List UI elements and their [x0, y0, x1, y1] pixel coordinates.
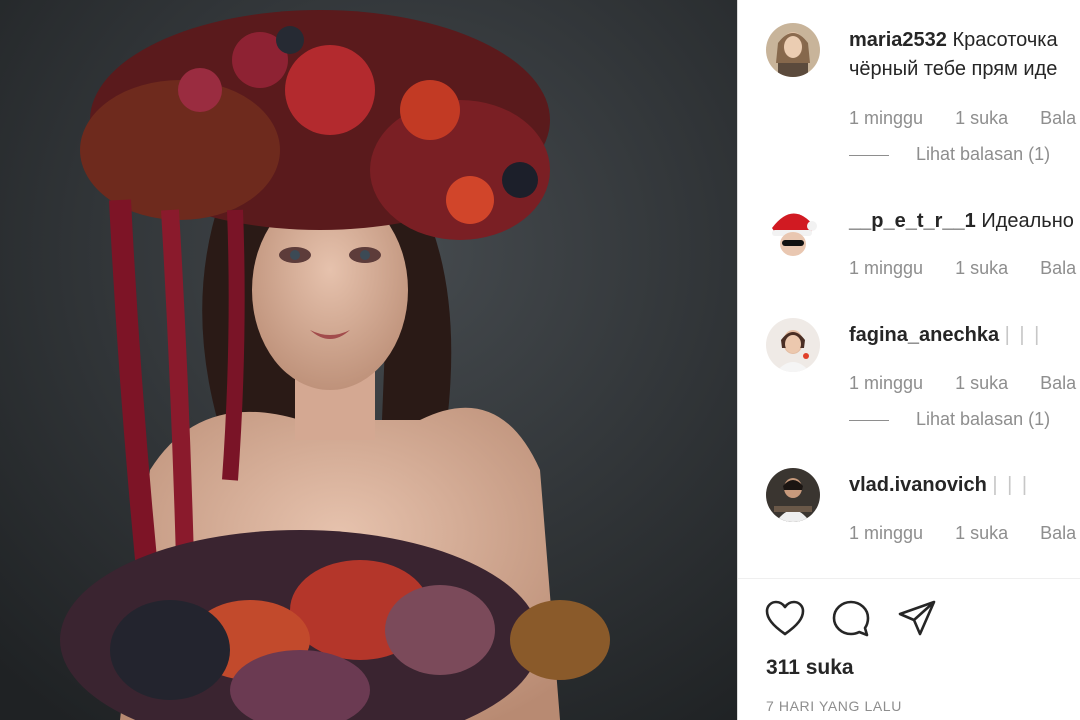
reply-button[interactable]: Bala	[1040, 108, 1076, 129]
reply-button[interactable]: Bala	[1040, 373, 1076, 394]
view-replies-button[interactable]: Lihat balasan (1)	[849, 409, 1050, 430]
comment-time[interactable]: 1 minggu	[849, 108, 923, 129]
comment-text-line2: чёрный тебе прям иде	[849, 58, 1058, 80]
comment-item: fagina_anechka | | | 1 minggu 1 suka Bal…	[738, 315, 1080, 435]
comment-likes[interactable]: 1 suka	[955, 258, 1008, 279]
comment-text: fagina_anechka | | |	[849, 322, 1041, 349]
view-replies-label: Lihat balasan (1)	[916, 409, 1051, 429]
avatar[interactable]	[766, 204, 820, 258]
replies-line	[849, 419, 889, 421]
comment-text: vlad.ivanovich | | |	[849, 472, 1029, 499]
comment-item: __p_e_t_r__1 Идеально 1 minggu 1 suka Ba…	[738, 200, 1080, 320]
comment-text: __p_e_t_r__1 Идеально	[849, 208, 1074, 235]
comment-body: Идеально	[981, 210, 1074, 232]
comment-item: vlad.ivanovich | | | 1 minggu 1 suka Bal…	[738, 465, 1080, 585]
view-replies-label: Lihat balasan (1)	[916, 144, 1051, 164]
avatar[interactable]	[766, 318, 820, 372]
comment-time[interactable]: 1 minggu	[849, 373, 923, 394]
comment-meta: 1 minggu 1 suka Bala	[849, 108, 1076, 129]
reply-button[interactable]: Bala	[1040, 258, 1076, 279]
portrait-photo-illustration	[0, 0, 737, 720]
comments-panel: maria2532 Красоточка чёрный тебе прям ид…	[738, 0, 1080, 720]
post-photo[interactable]	[0, 0, 737, 720]
likes-count[interactable]: 311 suka	[766, 656, 854, 680]
comment-likes[interactable]: 1 suka	[955, 523, 1008, 544]
comment-body: | | |	[992, 474, 1030, 496]
comment-text: maria2532 Красоточка	[849, 27, 1058, 54]
heart-icon[interactable]	[764, 598, 806, 645]
comment-username[interactable]: maria2532	[849, 29, 947, 51]
comment-body: Красоточка	[952, 29, 1058, 51]
share-icon[interactable]	[896, 598, 938, 645]
comment-likes[interactable]: 1 suka	[955, 108, 1008, 129]
view-replies-button[interactable]: Lihat balasan (1)	[849, 144, 1050, 165]
reply-button[interactable]: Bala	[1040, 523, 1076, 544]
comment-likes[interactable]: 1 suka	[955, 373, 1008, 394]
comment-username[interactable]: fagina_anechka	[849, 324, 999, 346]
comment-item: maria2532 Красоточка чёрный тебе прям ид…	[738, 0, 1080, 164]
comment-icon[interactable]	[830, 598, 872, 645]
avatar[interactable]	[766, 468, 820, 522]
comment-meta: 1 minggu 1 suka Bala	[849, 258, 1076, 279]
avatar[interactable]	[766, 23, 820, 77]
actions-separator	[738, 578, 1080, 579]
comment-meta: 1 minggu 1 suka Bala	[849, 523, 1076, 544]
post-timestamp[interactable]: 7 HARI YANG LALU	[766, 698, 902, 714]
comment-time[interactable]: 1 minggu	[849, 258, 923, 279]
comment-meta: 1 minggu 1 suka Bala	[849, 373, 1076, 394]
comment-body: | | |	[1004, 324, 1042, 346]
comment-username[interactable]: __p_e_t_r__1	[849, 210, 976, 232]
replies-line	[849, 154, 889, 156]
comment-username[interactable]: vlad.ivanovich	[849, 474, 987, 496]
comment-time[interactable]: 1 minggu	[849, 523, 923, 544]
